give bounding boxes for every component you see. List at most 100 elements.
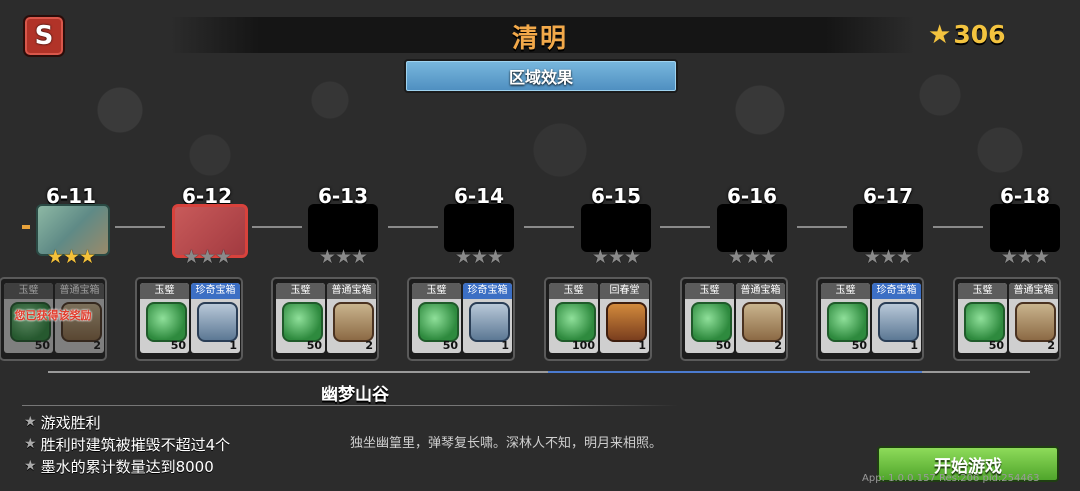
reward-item: 回春堂 1: [600, 283, 649, 353]
reward-name: 玉璧: [821, 283, 870, 299]
star-empty-icon: ★: [896, 246, 913, 268]
objectives-list: ★ 游戏胜利 ★ 胜利时建筑被摧毁不超过4个 ★ 墨水的累计数量达到8000: [24, 411, 230, 477]
level-thumbnail[interactable]: [990, 204, 1060, 252]
progress-highlight: [548, 371, 922, 373]
reward-item: 玉璧 50: [821, 283, 870, 353]
level-thumbnail[interactable]: [444, 204, 514, 252]
star-empty-icon: ★: [624, 246, 641, 268]
level-thumbnail[interactable]: [853, 204, 923, 252]
reward-name: 玉璧: [4, 283, 53, 299]
reward-name: 普通宝箱: [327, 283, 376, 299]
level-thumbnail[interactable]: [581, 204, 651, 252]
reward-item: 珍奇宝箱 1: [872, 283, 921, 353]
reward-box[interactable]: 玉璧 50 普通宝箱 2 您已获得该奖励: [0, 277, 107, 361]
chest-icon: [333, 302, 374, 342]
reward-name: 普通宝箱: [736, 283, 785, 299]
level-thumbnail[interactable]: [308, 204, 378, 252]
objective-item: ★ 胜利时建筑被摧毁不超过4个: [24, 433, 230, 455]
reward-item: 玉璧 50: [140, 283, 189, 353]
star-empty-icon: ★: [454, 246, 472, 268]
reward-item: 普通宝箱 2: [736, 283, 785, 353]
reward-name: 普通宝箱: [55, 283, 104, 299]
star-filled-icon: ★: [46, 246, 64, 268]
star-counter: ★ 306: [928, 20, 1006, 49]
level-stars: ★★★: [950, 248, 1080, 267]
reward-count: 1: [229, 339, 237, 352]
reward-box[interactable]: 玉璧 100 回春堂 1: [544, 277, 652, 361]
reward-item: 珍奇宝箱 1: [463, 283, 512, 353]
jade-icon: [146, 302, 187, 342]
star-empty-icon: ★: [470, 246, 488, 268]
reward-count: 1: [910, 339, 918, 352]
reward-box[interactable]: 玉璧 50 普通宝箱 2: [680, 277, 788, 361]
reward-box[interactable]: 玉璧 50 珍奇宝箱 1: [407, 277, 515, 361]
reward-name: 玉璧: [549, 283, 598, 299]
region-effect-button[interactable]: 区域效果: [404, 59, 678, 93]
star-icon: ★: [928, 19, 952, 50]
reward-count: 50: [442, 339, 458, 352]
reward-item: 玉璧 100: [549, 283, 598, 353]
reward-count: 50: [34, 339, 50, 352]
objective-item: ★ 墨水的累计数量达到8000: [24, 455, 230, 477]
objective-item: ★ 游戏胜利: [24, 411, 230, 433]
star-empty-icon: ★: [863, 246, 881, 268]
reward-count: 2: [93, 339, 101, 352]
star-empty-icon: ★: [1016, 246, 1034, 268]
reward-name: 珍奇宝箱: [872, 283, 921, 299]
reward-item: 珍奇宝箱 1: [191, 283, 240, 353]
star-filled-icon: ★: [62, 246, 80, 268]
jade-icon: [555, 302, 596, 342]
reward-name: 玉璧: [958, 283, 1007, 299]
level-stars: ★★★: [677, 248, 827, 267]
star-empty-icon: ★: [351, 246, 368, 268]
star-count-value: 306: [953, 20, 1006, 49]
reward-count: 1: [638, 339, 646, 352]
star-empty-icon: ★: [1033, 246, 1050, 268]
objective-star-icon: ★: [24, 414, 37, 430]
reward-name: 玉璧: [412, 283, 461, 299]
star-empty-icon: ★: [879, 246, 897, 268]
star-empty-icon: ★: [760, 246, 777, 268]
star-empty-icon: ★: [334, 246, 352, 268]
reward-claimed-label: 您已获得该奖励: [14, 309, 92, 322]
track-line: [797, 226, 847, 228]
track-line: [115, 226, 165, 228]
jade-icon: [418, 302, 459, 342]
reward-count: 50: [851, 339, 867, 352]
track-line: [660, 226, 710, 228]
reward-box[interactable]: 玉璧 50 普通宝箱 2: [271, 277, 379, 361]
objective-star-icon: ★: [24, 458, 37, 474]
level-stars: ★★★: [404, 248, 554, 267]
reward-count: 2: [365, 339, 373, 352]
star-empty-icon: ★: [1000, 246, 1018, 268]
reward-box[interactable]: 玉璧 50 珍奇宝箱 1: [135, 277, 243, 361]
reward-item: 普通宝箱 2: [1009, 283, 1058, 353]
reward-name: 玉璧: [276, 283, 325, 299]
reward-name: 玉璧: [140, 283, 189, 299]
page-title: 清明: [511, 24, 568, 54]
star-empty-icon: ★: [318, 246, 336, 268]
version-info: App: 1.0.0.157 Res:206 pid:254463: [862, 473, 1040, 484]
jade-icon: [691, 302, 732, 342]
reward-count: 50: [715, 339, 731, 352]
rare-chest-icon: [878, 302, 919, 342]
reward-name: 珍奇宝箱: [463, 283, 512, 299]
track-line: [933, 226, 983, 228]
reward-name: 普通宝箱: [1009, 283, 1058, 299]
track-line: [524, 226, 574, 228]
star-empty-icon: ★: [215, 246, 232, 268]
track-line: [252, 226, 302, 228]
track-start-marker: [22, 225, 30, 229]
reward-count: 50: [170, 339, 186, 352]
reward-box[interactable]: 玉璧 50 珍奇宝箱 1: [816, 277, 924, 361]
reward-item: 玉璧 50: [276, 283, 325, 353]
reward-count: 50: [306, 339, 322, 352]
objective-text: 墨水的累计数量达到8000: [40, 457, 214, 476]
reward-count: 2: [774, 339, 782, 352]
level-stars: ★★★: [541, 248, 691, 267]
reward-count: 2: [1047, 339, 1055, 352]
reward-box[interactable]: 玉璧 50 普通宝箱 2: [953, 277, 1061, 361]
star-empty-icon: ★: [727, 246, 745, 268]
level-thumbnail[interactable]: [717, 204, 787, 252]
star-empty-icon: ★: [198, 246, 216, 268]
